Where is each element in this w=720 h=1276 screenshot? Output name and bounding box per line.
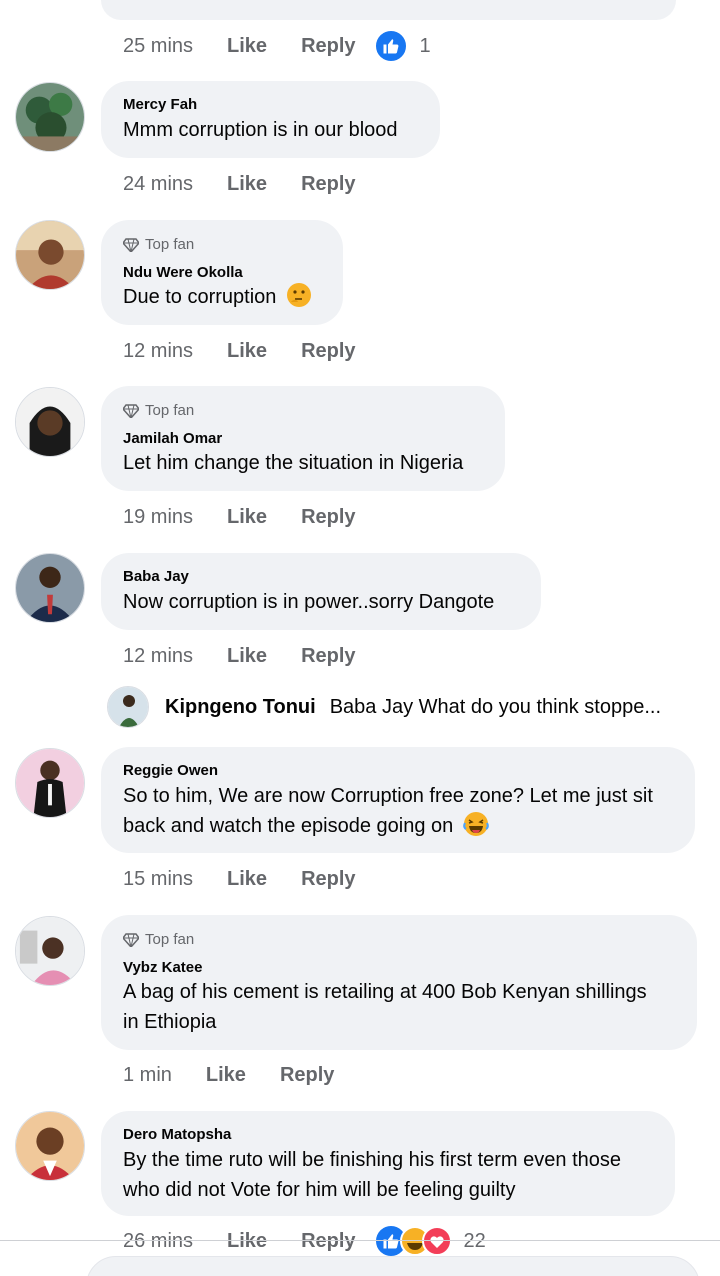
- comment-bubble: Reggie Owen So to him, We are now Corrup…: [101, 747, 695, 853]
- reply-button[interactable]: Reply: [301, 173, 355, 196]
- reaction-summary[interactable]: 22: [373, 1224, 486, 1258]
- comment-time: 12 mins: [123, 644, 194, 667]
- reply-button[interactable]: Reply: [301, 35, 355, 58]
- comment-input[interactable]: [86, 1256, 700, 1276]
- diamond-icon: [123, 237, 139, 252]
- comment-text: Let him change the situation in Nigeria: [123, 452, 464, 474]
- reaction-count: 22: [463, 1229, 486, 1252]
- divider: [0, 1240, 720, 1241]
- comment-text: Mmm corruption is in our blood: [123, 119, 398, 141]
- avatar[interactable]: [15, 387, 85, 457]
- comment-text: By the time ruto will be finishing his f…: [123, 1149, 621, 1201]
- comment-text: A bag of his cement is retailing at 400 …: [123, 981, 647, 1033]
- reply-button[interactable]: Reply: [301, 868, 355, 891]
- like-button[interactable]: Like: [227, 340, 267, 363]
- like-button[interactable]: Like: [227, 506, 267, 529]
- avatar[interactable]: [15, 1111, 85, 1181]
- comment-time: 12 mins: [123, 339, 194, 362]
- avatar[interactable]: [15, 916, 85, 986]
- top-fan-badge: Top fan: [123, 931, 194, 948]
- comment-author[interactable]: Reggie Owen: [123, 762, 218, 779]
- laughing-crying-face-icon: [463, 812, 489, 836]
- comment-actions: 15 mins Like Reply: [123, 864, 356, 894]
- comment-time: 26 mins: [123, 1229, 194, 1252]
- comment-author[interactable]: Jamilah Omar: [123, 430, 222, 447]
- reply-author[interactable]: Kipngeno Tonui: [165, 696, 316, 719]
- comment-actions: 25 mins Like Reply 1: [123, 29, 431, 63]
- comment-bubble: Mercy Fah Mmm corruption is in our blood: [101, 81, 440, 158]
- reply-button[interactable]: Reply: [301, 1230, 355, 1253]
- like-button[interactable]: Like: [227, 868, 267, 891]
- comment-time: 1 min: [123, 1063, 172, 1086]
- reply-button[interactable]: Reply: [280, 1064, 334, 1087]
- like-button[interactable]: Like: [227, 35, 267, 58]
- comment-time: 24 mins: [123, 172, 194, 195]
- diamond-icon: [123, 403, 139, 418]
- diamond-icon: [123, 932, 139, 947]
- comment-bubble-partial: [101, 0, 676, 20]
- comment-bubble: Top fan Ndu Were Okolla Due to corruptio…: [101, 220, 343, 325]
- like-button[interactable]: Like: [227, 645, 267, 668]
- comment-time: 15 mins: [123, 867, 194, 890]
- comment-actions: 12 mins Like Reply: [123, 336, 356, 366]
- nested-reply-preview[interactable]: Kipngeno Tonui Baba Jay What do you thin…: [107, 685, 661, 729]
- reply-text: Baba Jay What do you think stoppe...: [329, 695, 662, 718]
- comment-actions: 19 mins Like Reply: [123, 502, 356, 532]
- reply-button[interactable]: Reply: [301, 340, 355, 363]
- comment-text: So to him, We are now Corruption free zo…: [123, 785, 653, 837]
- reaction-summary[interactable]: 1: [373, 29, 431, 63]
- comment-author[interactable]: Baba Jay: [123, 568, 189, 585]
- comment-text: Due to corruption: [123, 282, 321, 312]
- comment-author[interactable]: Mercy Fah: [123, 96, 197, 113]
- like-button[interactable]: Like: [206, 1064, 246, 1087]
- avatar[interactable]: [15, 553, 85, 623]
- comment-actions: 26 mins Like Reply 22: [123, 1224, 486, 1258]
- comment-actions: 12 mins Like Reply: [123, 641, 356, 671]
- comment-author[interactable]: Vybz Katee: [123, 959, 202, 976]
- comment-actions: 24 mins Like Reply: [123, 169, 356, 199]
- comment-bubble: Dero Matopsha By the time ruto will be f…: [101, 1111, 675, 1216]
- comment-bubble: Top fan Jamilah Omar Let him change the …: [101, 386, 505, 491]
- avatar[interactable]: [15, 82, 85, 152]
- avatar[interactable]: [15, 748, 85, 818]
- love-reaction-icon: [421, 1226, 452, 1256]
- reply-button[interactable]: Reply: [301, 506, 355, 529]
- avatar[interactable]: [107, 686, 149, 728]
- like-button[interactable]: Like: [227, 173, 267, 196]
- comment-text: Now corruption is in power..sorry Dangot…: [123, 591, 495, 613]
- comment-time: 25 mins: [123, 34, 194, 57]
- comment-actions: 1 min Like Reply: [123, 1060, 334, 1090]
- reply-button[interactable]: Reply: [301, 645, 355, 668]
- reaction-count: 1: [419, 34, 431, 57]
- comment-author[interactable]: Ndu Were Okolla: [123, 264, 243, 281]
- avatar[interactable]: [15, 220, 85, 290]
- comment-bubble: Top fan Vybz Katee A bag of his cement i…: [101, 915, 697, 1050]
- comment-time: 19 mins: [123, 505, 194, 528]
- like-button[interactable]: Like: [227, 1230, 267, 1253]
- comment-author[interactable]: Dero Matopsha: [123, 1126, 231, 1143]
- thinking-face-icon: [286, 283, 311, 307]
- top-fan-badge: Top fan: [123, 402, 194, 419]
- comment-bubble: Baba Jay Now corruption is in power..sor…: [101, 553, 541, 630]
- like-reaction-icon: [373, 29, 408, 63]
- top-fan-badge: Top fan: [123, 236, 194, 253]
